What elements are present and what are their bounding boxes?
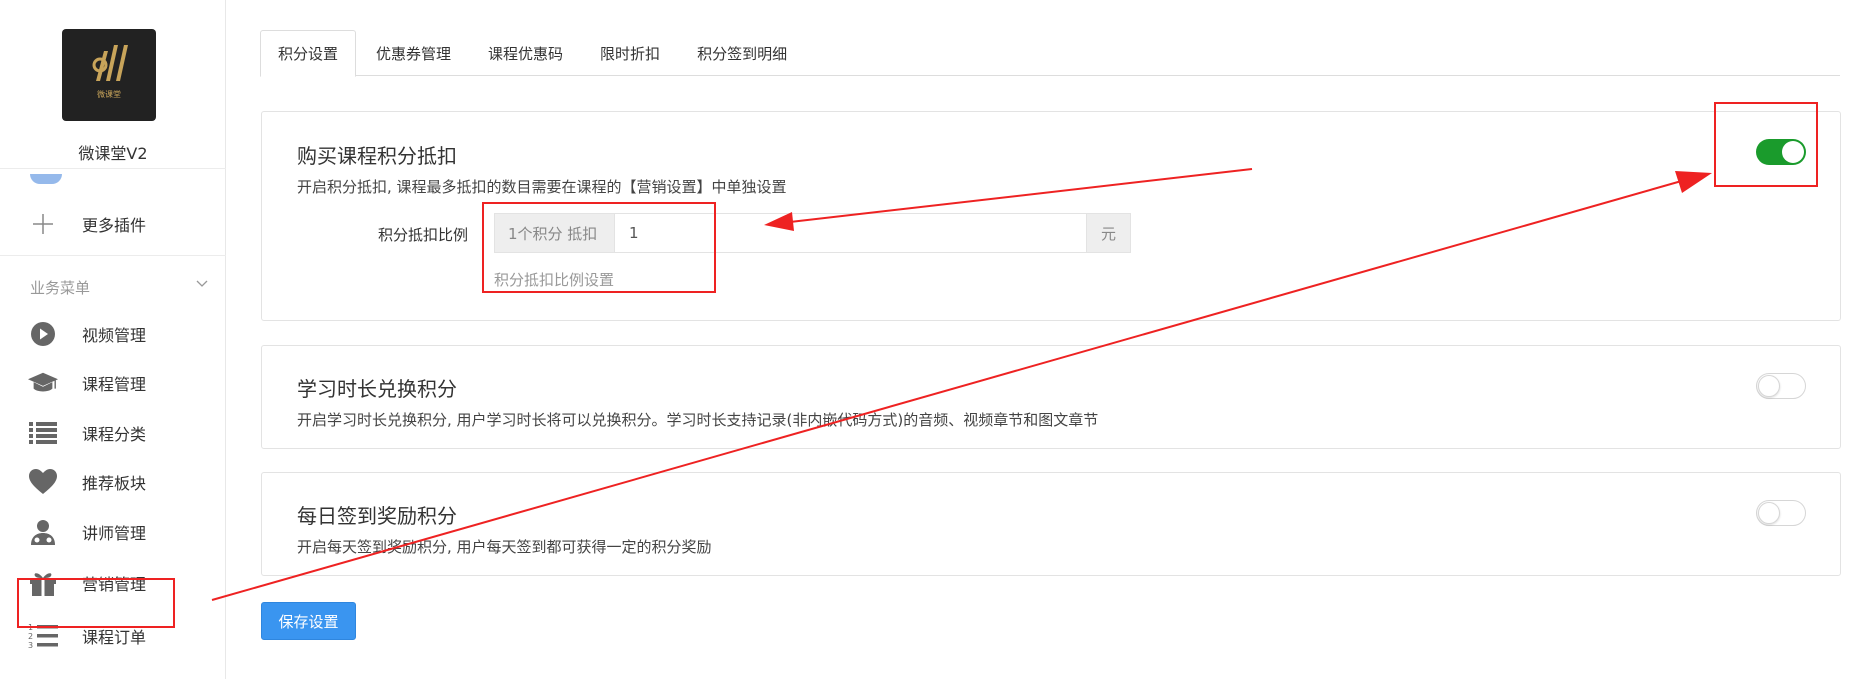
save-button[interactable]: 保存设置 bbox=[261, 602, 356, 640]
tab-coupons[interactable]: 优惠券管理 bbox=[359, 30, 468, 76]
logo-text: 微课堂 bbox=[97, 90, 121, 99]
sidebar-item-category[interactable]: 课程分类 bbox=[0, 411, 226, 455]
panel-title: 学习时长兑换积分 bbox=[297, 377, 457, 401]
panel-title: 每日签到奖励积分 bbox=[297, 504, 457, 528]
sidebar-item-label: 推荐板块 bbox=[82, 474, 147, 493]
sidebar-item-more-plugins[interactable]: 更多插件 bbox=[0, 202, 226, 246]
svg-text:2: 2 bbox=[28, 632, 33, 641]
list-icon bbox=[28, 419, 58, 447]
daily-checkin-panel: 每日签到奖励积分 开启每天签到奖励积分, 用户每天签到都可获得一定的积分奖励 bbox=[261, 472, 1841, 576]
toggle-knob bbox=[1758, 502, 1780, 524]
ratio-field-label: 积分抵扣比例 bbox=[378, 226, 469, 244]
sidebar-item-label: 课程管理 bbox=[82, 375, 147, 394]
ratio-suffix: 元 bbox=[1085, 214, 1130, 252]
sidebar-item-label: 课程分类 bbox=[82, 425, 147, 444]
panel-title: 购买课程积分抵扣 bbox=[297, 144, 457, 168]
sidebar-item-label: 视频管理 bbox=[82, 326, 147, 345]
annotation-box-marketing bbox=[17, 578, 175, 628]
panel-description: 开启每天签到奖励积分, 用户每天签到都可获得一定的积分奖励 bbox=[297, 538, 712, 556]
sidebar-item-label: 更多插件 bbox=[82, 216, 147, 235]
sidebar-item-teacher[interactable]: 讲师管理 bbox=[0, 510, 226, 554]
panel-description: 开启积分抵扣, 课程最多抵扣的数目需要在课程的【营销设置】中单独设置 bbox=[297, 178, 787, 196]
tab-points-settings[interactable]: 积分设置 bbox=[260, 30, 357, 77]
logo-mark-icon bbox=[92, 45, 128, 81]
teacher-icon bbox=[28, 518, 58, 546]
chevron-down-icon[interactable] bbox=[196, 278, 208, 290]
scrolled-plugin-icon bbox=[30, 174, 62, 184]
tab-course-codes[interactable]: 课程优惠码 bbox=[471, 30, 580, 76]
toggle-knob bbox=[1758, 375, 1780, 397]
divider bbox=[0, 255, 226, 256]
settings-tabs: 积分设置 优惠券管理 课程优惠码 限时折扣 积分签到明细 bbox=[260, 30, 1840, 77]
tab-limited-discount[interactable]: 限时折扣 bbox=[583, 30, 677, 76]
app-name: 微课堂V2 bbox=[78, 144, 148, 163]
sidebar-item-video[interactable]: 视频管理 bbox=[0, 312, 226, 356]
section-title: 业务菜单 bbox=[30, 279, 91, 297]
play-circle-icon bbox=[28, 320, 58, 348]
panel-description: 开启学习时长兑换积分, 用户学习时长将可以兑换积分。学习时长支持记录(非内嵌代码… bbox=[297, 411, 1099, 429]
study-time-panel: 学习时长兑换积分 开启学习时长兑换积分, 用户学习时长将可以兑换积分。学习时长支… bbox=[261, 345, 1841, 449]
svg-text:3: 3 bbox=[28, 641, 33, 650]
study-time-toggle[interactable] bbox=[1756, 373, 1806, 399]
annotation-box-toggle bbox=[1714, 102, 1818, 187]
sidebar-item-label: 讲师管理 bbox=[82, 524, 147, 543]
plus-icon bbox=[28, 210, 58, 238]
tab-checkin-details[interactable]: 积分签到明细 bbox=[680, 30, 804, 76]
sidebar-item-recommend[interactable]: 推荐板块 bbox=[0, 460, 226, 504]
annotation-arrows bbox=[211, 168, 1712, 601]
divider bbox=[0, 168, 226, 169]
heart-icon bbox=[28, 468, 58, 496]
annotation-box-ratio bbox=[482, 202, 716, 293]
daily-checkin-toggle[interactable] bbox=[1756, 500, 1806, 526]
graduation-cap-icon bbox=[28, 369, 58, 397]
app-logo[interactable]: 微课堂 bbox=[62, 29, 156, 121]
sidebar-item-course[interactable]: 课程管理 bbox=[0, 361, 226, 405]
